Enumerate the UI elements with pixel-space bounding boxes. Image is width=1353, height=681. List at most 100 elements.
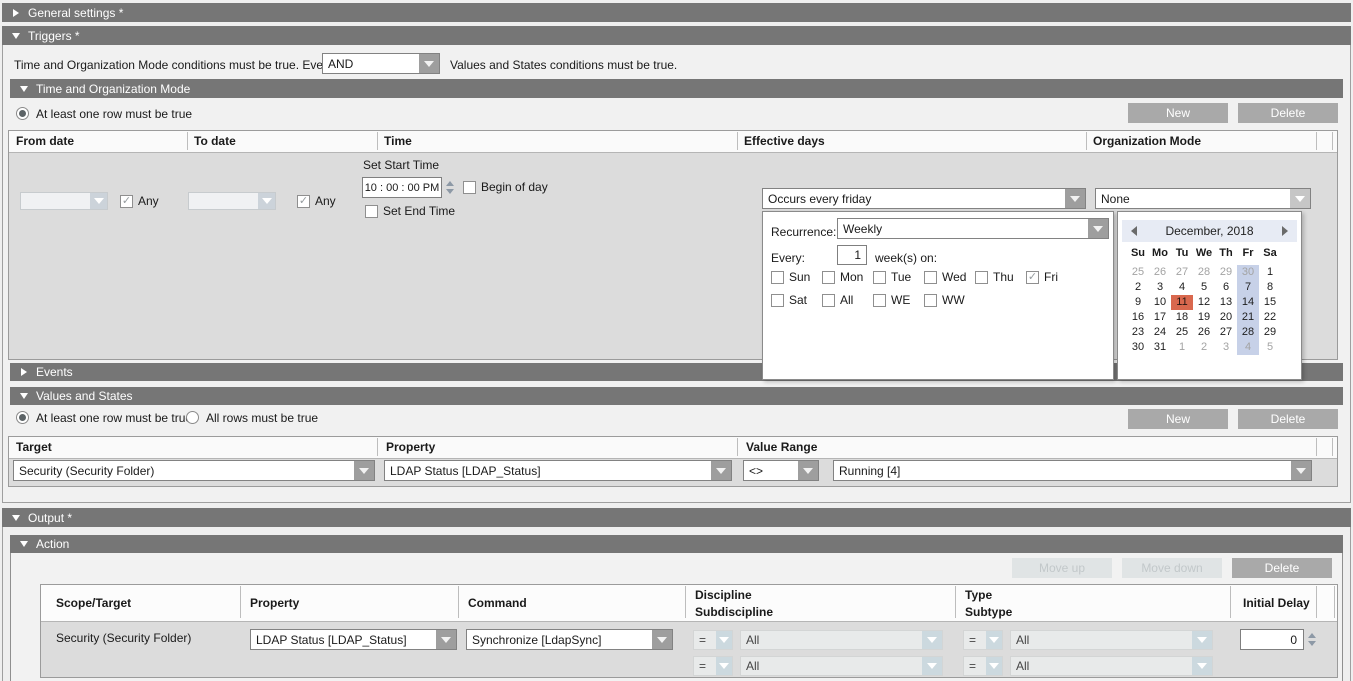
weekday-checkbox[interactable]: Sat <box>771 293 822 307</box>
action-delete-button[interactable]: Delete <box>1232 558 1332 578</box>
column-divider[interactable] <box>1230 586 1231 618</box>
to-date-picker[interactable] <box>188 192 276 210</box>
effective-days-select[interactable]: Occurs every friday <box>762 188 1086 209</box>
organization-mode-select[interactable]: None <box>1095 188 1311 209</box>
subtype-operator-select[interactable]: = <box>963 656 1003 676</box>
events-operator-select[interactable]: AND <box>322 53 440 74</box>
to-any-checkbox[interactable]: Any <box>297 194 336 208</box>
calendar-day[interactable]: 23 <box>1127 325 1149 340</box>
values-states-section-bar[interactable]: Values and States <box>10 387 1343 405</box>
next-month-icon[interactable] <box>1282 226 1288 236</box>
calendar-day[interactable]: 28 <box>1237 325 1259 340</box>
from-date-picker[interactable] <box>20 192 108 210</box>
calendar-day[interactable]: 6 <box>1215 280 1237 295</box>
calendar-day[interactable]: 28 <box>1193 265 1215 280</box>
vs-rule-all-radio[interactable] <box>186 411 199 424</box>
start-time-input[interactable]: 10 : 00 : 00 PM <box>362 177 442 198</box>
calendar-day[interactable]: 17 <box>1149 310 1171 325</box>
vs-delete-button[interactable]: Delete <box>1238 409 1338 429</box>
calendar-day[interactable]: 19 <box>1193 310 1215 325</box>
discipline-select[interactable]: All <box>740 630 943 650</box>
discipline-operator-select[interactable]: = <box>693 630 733 650</box>
weekday-checkbox[interactable]: Thu <box>975 270 1026 284</box>
calendar-day[interactable]: 8 <box>1259 280 1281 295</box>
calendar-day[interactable]: 15 <box>1259 295 1281 310</box>
column-divider[interactable] <box>1334 586 1335 618</box>
begin-of-day-checkbox[interactable]: Begin of day <box>463 180 548 194</box>
time-org-delete-button[interactable]: Delete <box>1238 103 1338 123</box>
column-divider[interactable] <box>1316 132 1317 150</box>
column-divider[interactable] <box>240 586 241 618</box>
calendar-day[interactable]: 27 <box>1171 265 1193 280</box>
calendar-day[interactable]: 1 <box>1171 340 1193 355</box>
time-spinner[interactable] <box>445 177 455 198</box>
vs-operator-select[interactable]: <> <box>743 460 819 481</box>
column-divider[interactable] <box>1316 586 1317 618</box>
calendar-day[interactable]: 30 <box>1127 340 1149 355</box>
calendar-day[interactable]: 4 <box>1171 280 1193 295</box>
subdiscipline-select[interactable]: All <box>740 656 943 676</box>
general-settings-section-bar[interactable]: General settings * <box>2 3 1351 22</box>
calendar-day[interactable]: 31 <box>1149 340 1171 355</box>
vs-new-button[interactable]: New <box>1128 409 1228 429</box>
calendar-day[interactable]: 22 <box>1259 310 1281 325</box>
time-org-rule-radio[interactable] <box>16 107 29 120</box>
column-divider[interactable] <box>377 438 378 456</box>
vs-target-select[interactable]: Security (Security Folder) <box>13 460 375 481</box>
calendar-day[interactable]: 4 <box>1237 340 1259 355</box>
output-section-bar[interactable]: Output * <box>2 508 1351 527</box>
weekday-checkbox[interactable]: WE <box>873 293 924 307</box>
calendar-day[interactable]: 7 <box>1237 280 1259 295</box>
action-section-bar[interactable]: Action <box>10 535 1343 553</box>
column-divider[interactable] <box>1316 438 1317 456</box>
move-down-button[interactable]: Move down <box>1122 558 1222 578</box>
initial-delay-spinner[interactable] <box>1307 629 1317 650</box>
column-divider[interactable] <box>377 132 378 150</box>
prev-month-icon[interactable] <box>1131 226 1137 236</box>
column-divider[interactable] <box>458 586 459 618</box>
type-operator-select[interactable]: = <box>963 630 1003 650</box>
calendar-day[interactable]: 29 <box>1259 325 1281 340</box>
calendar-day[interactable]: 25 <box>1171 325 1193 340</box>
calendar-day[interactable]: 3 <box>1149 280 1171 295</box>
column-divider[interactable] <box>737 438 738 456</box>
set-end-time-checkbox[interactable]: Set End Time <box>365 204 455 218</box>
column-divider[interactable] <box>187 132 188 150</box>
weekday-checkbox[interactable]: All <box>822 293 873 307</box>
calendar-day[interactable]: 29 <box>1215 265 1237 280</box>
column-divider[interactable] <box>737 132 738 150</box>
vs-property-select[interactable]: LDAP Status [LDAP_Status] <box>384 460 732 481</box>
calendar-day[interactable]: 21 <box>1237 310 1259 325</box>
calendar-day[interactable]: 10 <box>1149 295 1171 310</box>
action-command-select[interactable]: Synchronize [LdapSync] <box>466 629 673 650</box>
type-select[interactable]: All <box>1010 630 1213 650</box>
calendar-day[interactable]: 25 <box>1127 265 1149 280</box>
column-divider[interactable] <box>1086 132 1087 150</box>
recurrence-select[interactable]: Weekly <box>837 218 1109 239</box>
time-org-new-button[interactable]: New <box>1128 103 1228 123</box>
column-divider[interactable] <box>1332 438 1333 456</box>
move-up-button[interactable]: Move up <box>1012 558 1112 578</box>
calendar-day[interactable]: 11 <box>1171 295 1193 310</box>
vs-value-select[interactable]: Running [4] <box>833 460 1312 481</box>
calendar-day[interactable]: 2 <box>1193 340 1215 355</box>
subdiscipline-operator-select[interactable]: = <box>693 656 733 676</box>
calendar-day[interactable]: 13 <box>1215 295 1237 310</box>
calendar-day[interactable]: 1 <box>1259 265 1281 280</box>
calendar-day[interactable]: 5 <box>1259 340 1281 355</box>
vs-rule-one-radio[interactable] <box>16 411 29 424</box>
weekday-checkbox[interactable]: Sun <box>771 270 822 284</box>
weekday-checkbox[interactable]: Wed <box>924 270 975 284</box>
action-property-select[interactable]: LDAP Status [LDAP_Status] <box>250 629 457 650</box>
triggers-section-bar[interactable]: Triggers * <box>2 26 1351 45</box>
weekday-checkbox[interactable]: Tue <box>873 270 924 284</box>
time-org-section-bar[interactable]: Time and Organization Mode <box>10 79 1343 98</box>
column-divider[interactable] <box>955 586 956 618</box>
column-divider[interactable] <box>685 586 686 618</box>
every-input[interactable]: 1 <box>837 245 867 265</box>
initial-delay-input[interactable]: 0 <box>1240 629 1304 650</box>
calendar-day[interactable]: 9 <box>1127 295 1149 310</box>
weekday-checkbox[interactable]: Mon <box>822 270 873 284</box>
subtype-select[interactable]: All <box>1010 656 1213 676</box>
calendar-day[interactable]: 16 <box>1127 310 1149 325</box>
